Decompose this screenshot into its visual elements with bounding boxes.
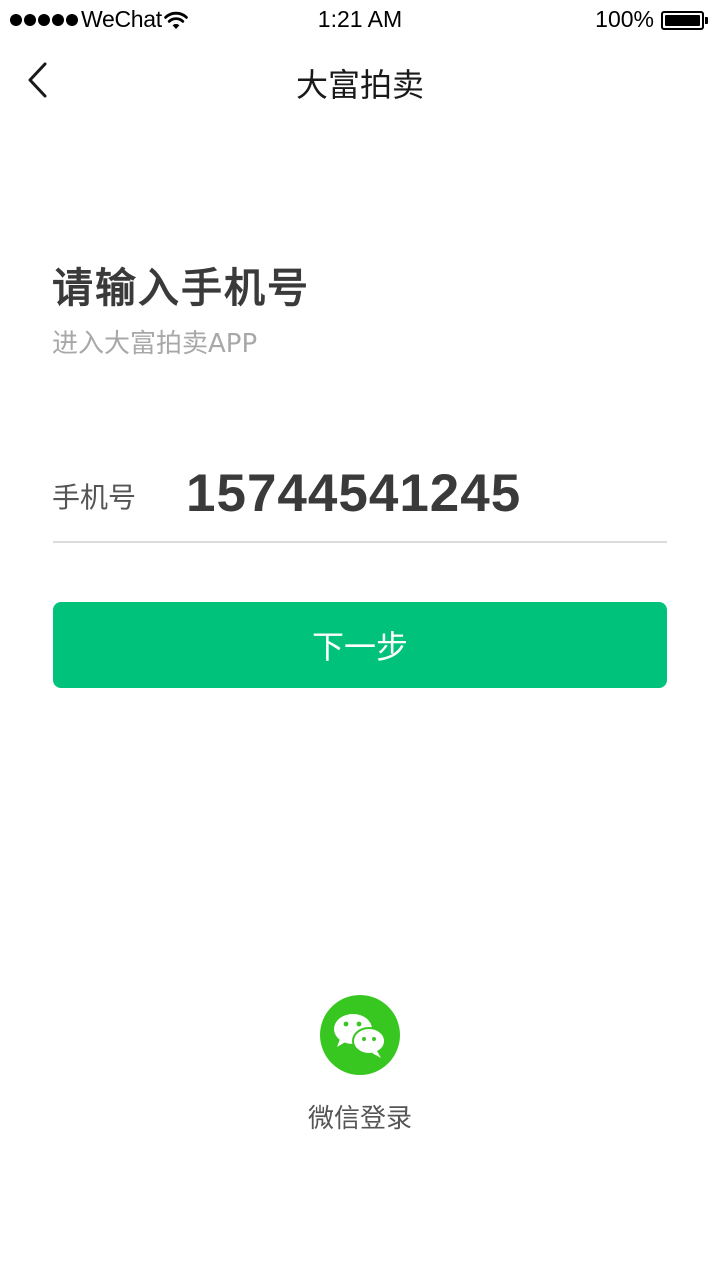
status-bar: WeChat 1:21 AM 100% [0,0,720,40]
next-step-button[interactable]: 下一步 [53,602,667,688]
battery-icon [661,11,708,30]
nav-bar: 大富拍卖 [0,40,720,122]
phone-label: 手机号 [52,481,137,514]
phone-input-underline [53,541,667,543]
login-heading: 请输入手机号 [52,264,310,312]
battery-percentage: 100% [595,6,654,32]
phone-input[interactable] [186,460,666,526]
wechat-login-label: 微信登录 [307,1104,412,1134]
wechat-icon [320,995,400,1075]
wechat-login-button[interactable]: 微信登录 [290,994,430,1144]
page-title: 大富拍卖 [295,66,424,104]
login-subheading: 进入大富拍卖APP [52,329,258,359]
battery-fill [665,15,700,26]
